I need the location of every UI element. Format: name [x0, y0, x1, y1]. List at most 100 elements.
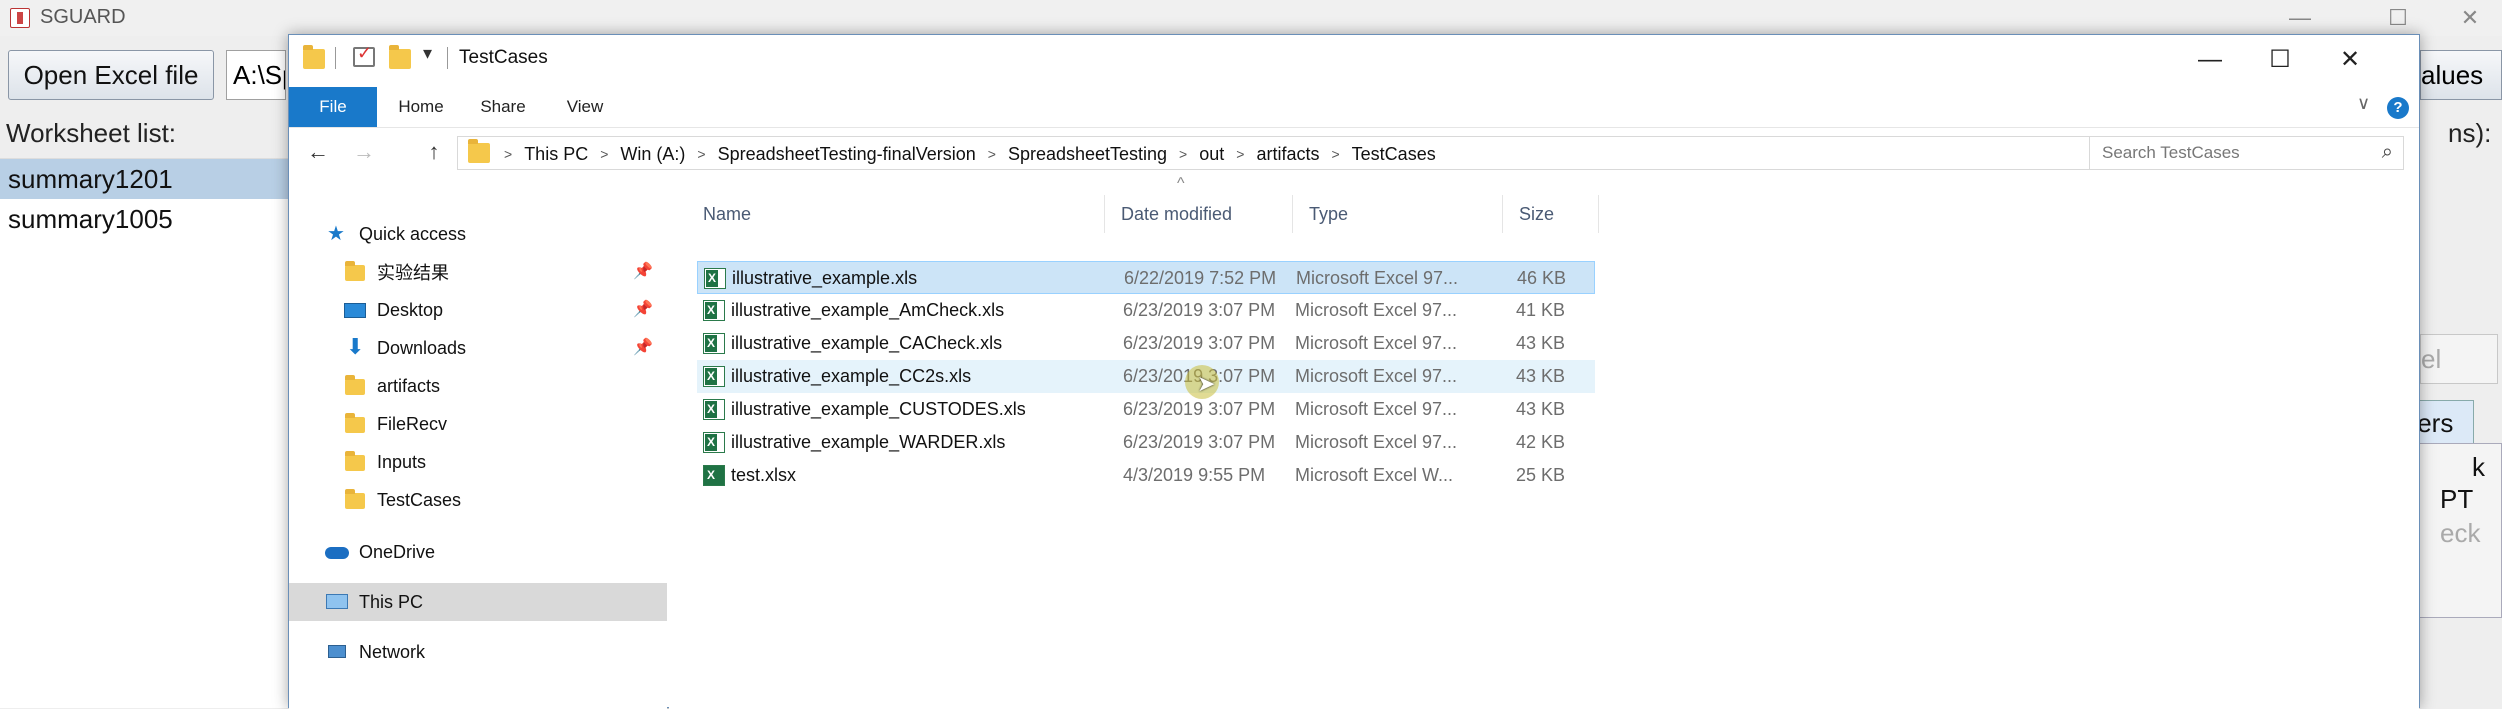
- nav-label: artifacts: [377, 375, 441, 396]
- nav-item-downloads[interactable]: ⬇ Downloads 📌: [289, 329, 667, 367]
- worksheet-item[interactable]: summary1201: [0, 159, 290, 199]
- forward-button[interactable]: →: [349, 136, 379, 168]
- file-size: 43 KB: [1515, 399, 1565, 419]
- nav-item-inputs[interactable]: Inputs: [289, 443, 667, 481]
- nav-label: Downloads: [377, 337, 467, 358]
- breadcrumb-separator-icon[interactable]: >: [498, 146, 518, 162]
- tab-file[interactable]: File: [289, 87, 377, 127]
- folder-icon: [343, 489, 367, 511]
- file-type: Microsoft Excel 97...: [1295, 366, 1458, 386]
- nav-label: FileRecv: [377, 413, 448, 434]
- nav-item-testcases[interactable]: TestCases: [289, 481, 667, 519]
- file-size: 46 KB: [1516, 268, 1566, 288]
- file-date: 6/23/2019 3:07 PM: [1123, 333, 1276, 353]
- quick-access-toolbar-dropdown[interactable]: ▾: [423, 43, 432, 64]
- properties-icon[interactable]: [353, 43, 375, 67]
- nav-item-network[interactable]: Network: [289, 633, 667, 671]
- folder-icon[interactable]: [303, 45, 325, 69]
- panel-line: PT: [2440, 484, 2474, 514]
- address-bar[interactable]: > This PC > Win (A:) > SpreadsheetTesting-fin…: [457, 136, 2301, 170]
- worksheet-item[interactable]: summary1005: [0, 199, 290, 239]
- folder-icon: [343, 451, 367, 473]
- column-header-size[interactable]: Size: [1503, 195, 1599, 233]
- breadcrumb-item[interactable]: SpreadsheetTesting-finalVersion: [712, 144, 982, 165]
- breadcrumb-item[interactable]: This PC: [518, 144, 594, 165]
- file-date: 6/22/2019 7:52 PM: [1124, 268, 1277, 288]
- expand-ribbon-icon[interactable]: ∨: [2357, 93, 2370, 114]
- breadcrumb-item[interactable]: out: [1193, 144, 1230, 165]
- file-row[interactable]: illustrative_example_CUSTODES.xls 6/23/2…: [697, 393, 1595, 426]
- breadcrumb-item[interactable]: SpreadsheetTesting: [1002, 144, 1173, 165]
- breadcrumb-separator-icon[interactable]: >: [1230, 146, 1250, 162]
- file-name: test.xlsx: [731, 465, 797, 485]
- folder-icon: [343, 375, 367, 397]
- nav-quick-access[interactable]: ★ Quick access: [289, 215, 667, 253]
- breadcrumb-separator-icon[interactable]: >: [594, 146, 614, 162]
- sguard-close-button[interactable]: ✕: [2440, 0, 2500, 36]
- file-row[interactable]: test.xlsx 4/3/2019 9:55 PM Microsoft Exc…: [697, 459, 1595, 492]
- breadcrumb-item[interactable]: Win (A:): [614, 144, 691, 165]
- tab-home[interactable]: Home: [381, 87, 461, 127]
- sort-ascending-icon: ^: [1177, 175, 1185, 192]
- worksheet-list-label: Worksheet list:: [6, 118, 177, 148]
- tab-share[interactable]: Share: [463, 87, 543, 127]
- file-name: illustrative_example_WARDER.xls: [731, 432, 1006, 452]
- nav-item-results[interactable]: 实验结果 📌: [289, 253, 667, 291]
- column-header-type[interactable]: Type: [1293, 195, 1503, 233]
- sguard-title: SGUARD: [40, 6, 126, 28]
- values-button-partial[interactable]: alues: [2420, 50, 2502, 100]
- folder-icon: [343, 261, 367, 283]
- pin-icon: 📌: [633, 263, 653, 280]
- column-header-date[interactable]: Date modified: [1105, 195, 1293, 233]
- network-icon: [325, 641, 349, 663]
- breadcrumb-item[interactable]: artifacts: [1250, 144, 1325, 165]
- file-row[interactable]: illustrative_example_CACheck.xls 6/23/20…: [697, 327, 1595, 360]
- explorer-minimize-button[interactable]: —: [2175, 35, 2245, 87]
- back-button[interactable]: ←: [303, 136, 333, 168]
- nav-label: 实验结果: [377, 263, 449, 283]
- file-row[interactable]: illustrative_example_CC2s.xls 6/23/2019 …: [697, 360, 1595, 393]
- breadcrumb-item[interactable]: TestCases: [1346, 144, 1442, 165]
- explorer-close-button[interactable]: ✕: [2315, 35, 2385, 87]
- excel-xlsx-file-icon: [703, 465, 725, 486]
- excel-file-icon: [703, 300, 725, 321]
- file-size: 42 KB: [1515, 432, 1565, 452]
- nav-label: Desktop: [377, 299, 444, 320]
- file-date: 6/23/2019 3:07 PM: [1123, 399, 1276, 419]
- up-button[interactable]: ↑: [419, 136, 449, 168]
- file-size: 25 KB: [1515, 465, 1565, 485]
- java-app-icon: [10, 8, 30, 28]
- help-icon[interactable]: ?: [2387, 97, 2409, 119]
- ribbon: File Home Share View ∨ ?: [289, 87, 2419, 127]
- new-folder-icon[interactable]: [389, 45, 411, 69]
- file-name: illustrative_example_CC2s.xls: [731, 366, 972, 386]
- navigation-pane: ★ Quick access 实验结果 📌 Desktop 📌 ⬇ Downlo…: [289, 177, 667, 709]
- file-type: Microsoft Excel 97...: [1295, 399, 1458, 419]
- nav-item-this-pc[interactable]: This PC: [289, 583, 667, 621]
- sguard-maximize-button[interactable]: ☐: [2368, 0, 2428, 36]
- file-row[interactable]: illustrative_example_WARDER.xls 6/23/201…: [697, 426, 1595, 459]
- breadcrumb-separator-icon[interactable]: >: [691, 146, 711, 162]
- explorer-maximize-button[interactable]: ☐: [2245, 35, 2315, 87]
- excel-path-field[interactable]: A:\Sp: [226, 50, 286, 100]
- separator: [335, 47, 336, 69]
- tab-view[interactable]: View: [545, 87, 625, 127]
- breadcrumb-separator-icon[interactable]: >: [1173, 146, 1193, 162]
- column-header-name[interactable]: Name: [687, 195, 1105, 233]
- nav-item-desktop[interactable]: Desktop 📌: [289, 291, 667, 329]
- nav-item-artifacts[interactable]: artifacts: [289, 367, 667, 405]
- explorer-title: TestCases: [459, 47, 548, 68]
- nav-item-onedrive[interactable]: OneDrive: [289, 533, 667, 571]
- panel-line: eck: [2440, 518, 2481, 548]
- mouse-pointer-icon: ➤: [1197, 371, 1216, 396]
- file-name: illustrative_example_CUSTODES.xls: [731, 399, 1026, 419]
- breadcrumb-separator-icon[interactable]: >: [1325, 146, 1345, 162]
- file-row[interactable]: illustrative_example_AmCheck.xls 6/23/20…: [697, 294, 1595, 327]
- search-input[interactable]: Search TestCases ⌕: [2089, 136, 2404, 170]
- breadcrumb-separator-icon[interactable]: >: [982, 146, 1002, 162]
- nav-item-filerecv[interactable]: FileRecv: [289, 405, 667, 443]
- star-icon: ★: [327, 223, 345, 245]
- open-excel-file-button[interactable]: Open Excel file: [8, 50, 214, 100]
- sguard-minimize-button[interactable]: —: [2270, 0, 2330, 36]
- file-row[interactable]: illustrative_example.xls 6/22/2019 7:52 …: [697, 261, 1595, 294]
